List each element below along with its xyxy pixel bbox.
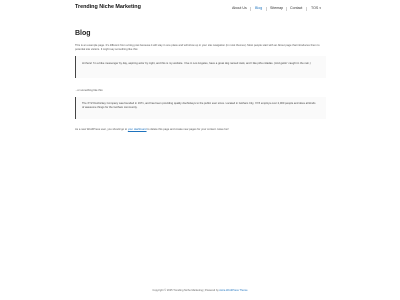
nav-divider <box>266 7 267 11</box>
nav-divider <box>306 7 307 11</box>
copyright-text: Copyright © 2025 Trending Niche Marketin… <box>152 289 220 292</box>
blockquote-text: Hi there! I'm a bike messenger by day, a… <box>82 62 311 65</box>
blockquote-text: The XYZ Doohickey Company was founded in… <box>82 102 316 109</box>
transition-paragraph: ...or something like this: <box>75 89 104 92</box>
nav-item-blog[interactable]: Blog <box>255 6 262 10</box>
nav-item-tos-label: TOS <box>311 6 319 10</box>
nav-item-about-us[interactable]: About Us <box>232 6 247 10</box>
site-header: Trending Niche Marketing About Us Blog S… <box>0 0 400 20</box>
nav-item-tos[interactable]: TOS▾ <box>311 6 321 10</box>
nav-item-contact[interactable]: Contact <box>290 6 302 10</box>
blockquote: Hi there! I'm a bike messenger by day, a… <box>75 56 326 78</box>
nav-item-sitemap[interactable]: Sitemap <box>270 6 283 10</box>
intro-paragraph: This is an example page. It's different … <box>75 44 320 51</box>
closing-paragraph: As a new WordPress user, you should go t… <box>75 128 325 132</box>
site-footer: Copyright © 2025 Trending Niche Marketin… <box>0 289 400 292</box>
main-navigation: About Us Blog Sitemap Contact TOS▾ <box>0 6 400 14</box>
closing-text-start: As a new WordPress user, you should go t… <box>75 128 128 131</box>
closing-text-end: to delete this page and create new pages… <box>146 128 229 131</box>
dashboard-link[interactable]: your dashboard <box>128 128 147 131</box>
nav-divider <box>286 7 287 11</box>
theme-link[interactable]: Astra WordPress Theme <box>219 289 247 292</box>
page-title: Blog <box>75 30 91 37</box>
nav-divider <box>250 7 251 11</box>
blockquote: The XYZ Doohickey Company was founded in… <box>75 97 326 119</box>
chevron-down-icon[interactable]: ▾ <box>319 6 321 10</box>
